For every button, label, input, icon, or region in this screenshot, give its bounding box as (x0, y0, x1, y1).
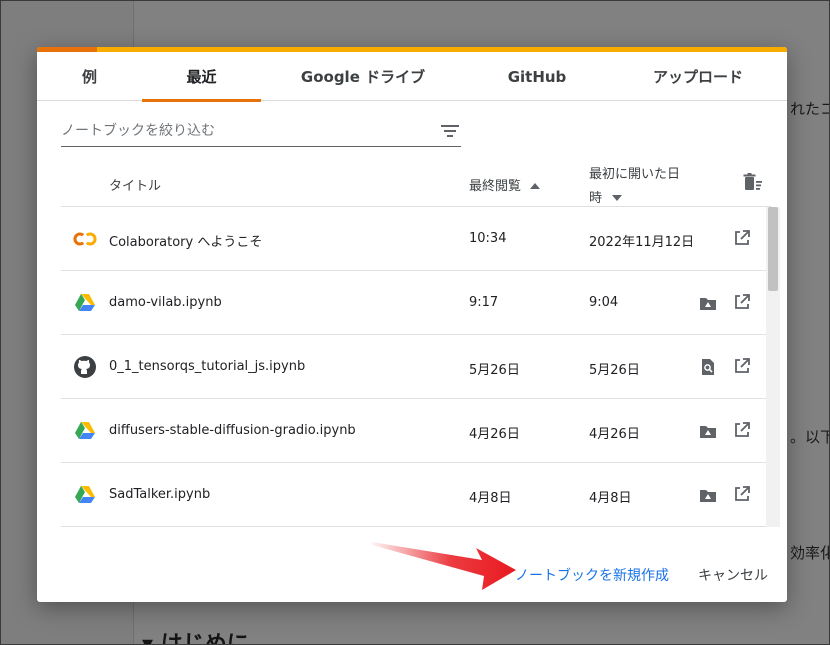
cancel-button[interactable]: キャンセル (698, 565, 768, 585)
google-drive-icon (75, 294, 95, 311)
open-notebook-dialog: 例 最近 Google ドライブ GitHub アップロード タイトル 最終閲覧… (37, 47, 787, 602)
table-header: タイトル 最終閲覧 最初に開いた日 時 (61, 157, 771, 207)
notebook-title: damo-vilab.ipynb (109, 295, 222, 310)
column-first-opened[interactable]: 最初に開いた日 時 (589, 163, 680, 211)
annotation-arrow-icon (372, 542, 516, 590)
first-opened: 4月8日 (589, 491, 632, 506)
background-text: 効率化し (790, 544, 830, 562)
first-opened: 2022年11月12日 (589, 235, 695, 250)
tab-recent[interactable]: 最近 (142, 52, 261, 102)
notebook-title: Colaboratory へようこそ (109, 235, 263, 250)
last-viewed: 5月26日 (469, 363, 520, 378)
notebook-row[interactable]: SadTalker.ipynb 4月8日 4月8日 (61, 463, 767, 527)
notebook-title: 0_1_tensorqs_tutorial_js.ipynb (109, 359, 306, 374)
background-text: 。以下 (790, 428, 830, 446)
last-viewed: 4月8日 (469, 491, 512, 506)
tab-google-drive[interactable]: Google ドライブ (261, 52, 465, 101)
first-opened: 5月26日 (589, 363, 640, 378)
open-in-new-icon[interactable] (733, 229, 751, 247)
tab-examples[interactable]: 例 (37, 52, 142, 101)
notebook-list: Colaboratory へようこそ 10:34 2022年11月12日 dam… (61, 207, 767, 527)
drive-folder-icon[interactable] (699, 486, 717, 504)
scrollbar-thumb[interactable] (768, 207, 778, 291)
background-heading: ▾ はじめに (142, 632, 249, 645)
google-drive-icon (75, 422, 95, 439)
filter-box (61, 117, 461, 147)
notebook-row[interactable]: Colaboratory へようこそ 10:34 2022年11月12日 (61, 207, 767, 271)
open-in-new-icon[interactable] (733, 485, 751, 503)
last-viewed: 4月26日 (469, 427, 520, 442)
tab-upload[interactable]: アップロード (609, 52, 787, 101)
notebook-row[interactable]: diffusers-stable-diffusion-gradio.ipynb … (61, 399, 767, 463)
open-in-new-icon[interactable] (733, 293, 751, 311)
background-text: れたコ (790, 100, 830, 118)
notebook-title: SadTalker.ipynb (109, 487, 211, 502)
search-file-icon[interactable] (699, 358, 717, 376)
drive-folder-icon[interactable] (699, 294, 717, 312)
delete-icon[interactable] (743, 173, 763, 191)
notebook-row[interactable]: 0_1_tensorqs_tutorial_js.ipynb 5月26日 5月2… (61, 335, 767, 399)
notebook-row[interactable]: damo-vilab.ipynb 9:17 9:04 (61, 271, 767, 335)
first-opened: 4月26日 (589, 427, 640, 442)
tab-github[interactable]: GitHub (465, 52, 609, 101)
list-scrollbar[interactable] (766, 207, 780, 527)
open-in-new-icon[interactable] (733, 357, 751, 375)
sort-descending-icon (612, 195, 623, 201)
open-in-new-icon[interactable] (733, 421, 751, 439)
new-notebook-button[interactable]: ノートブックを新規作成 (515, 565, 669, 585)
column-last-viewed[interactable]: 最終閲覧 (469, 175, 541, 194)
filter-list-icon[interactable] (441, 124, 459, 138)
drive-folder-icon[interactable] (699, 422, 717, 440)
github-icon (74, 356, 96, 378)
first-opened: 9:04 (589, 295, 619, 310)
colab-icon (73, 232, 97, 246)
sort-ascending-icon (530, 183, 541, 189)
google-drive-icon (75, 486, 95, 503)
notebook-title: diffusers-stable-diffusion-gradio.ipynb (109, 423, 356, 438)
filter-input[interactable] (61, 117, 421, 145)
last-viewed: 9:17 (469, 295, 499, 310)
dialog-tabs: 例 最近 Google ドライブ GitHub アップロード (37, 52, 787, 102)
last-viewed: 10:34 (469, 231, 507, 246)
column-title[interactable]: タイトル (109, 175, 161, 194)
